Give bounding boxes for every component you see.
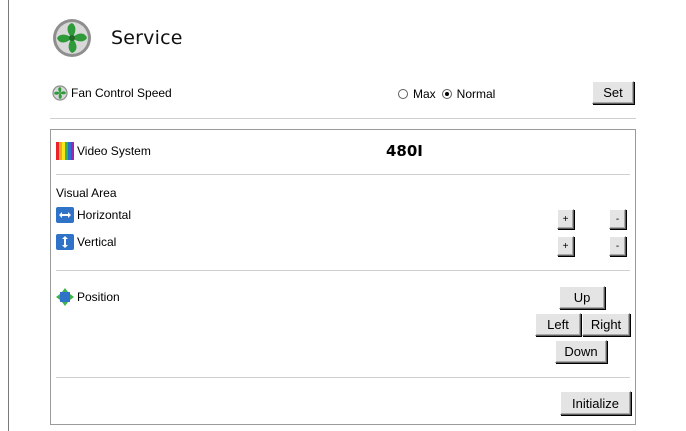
set-button[interactable]: Set	[592, 81, 634, 104]
horizontal-arrows-icon	[56, 207, 74, 223]
divider-2	[56, 270, 630, 271]
page-title: Service	[111, 27, 183, 49]
position-arrows-icon	[56, 288, 74, 306]
radio-normal[interactable]	[441, 89, 452, 99]
visual-area-label: Visual Area	[56, 186, 117, 200]
radio-max-label: Max	[413, 87, 436, 101]
position-left-button[interactable]: Left	[535, 313, 581, 336]
fan-control-label: Fan Control Speed	[71, 86, 172, 100]
video-system-value: 480I	[386, 142, 423, 160]
horizontal-minus-button[interactable]: -	[609, 209, 626, 229]
video-system-label: Video System	[77, 144, 151, 158]
vertical-minus-button[interactable]: -	[609, 236, 626, 256]
divider-3	[56, 377, 630, 378]
horizontal-label: Horizontal	[77, 208, 132, 222]
initialize-button[interactable]: Initialize	[560, 391, 631, 415]
position-down-button[interactable]: Down	[555, 340, 607, 363]
radio-max[interactable]	[398, 89, 408, 99]
position-row: Position	[56, 288, 120, 306]
video-system-row: Video System	[56, 142, 151, 160]
vertical-arrows-icon	[56, 234, 74, 250]
position-label: Position	[77, 290, 120, 304]
vertical-plus-button[interactable]: +	[557, 236, 574, 256]
horizontal-plus-button[interactable]: +	[557, 209, 574, 229]
fan-control-row: Fan Control Speed	[52, 85, 172, 101]
page-header: Service	[52, 18, 183, 58]
color-bars-icon	[56, 142, 74, 160]
divider-1	[56, 174, 630, 175]
radio-normal-label: Normal	[456, 87, 496, 101]
vertical-label: Vertical	[77, 235, 117, 249]
fan-icon	[52, 18, 92, 58]
horizontal-row: Horizontal	[56, 207, 131, 223]
position-right-button[interactable]: Right	[582, 313, 630, 336]
window-left-border	[8, 0, 9, 431]
position-up-button[interactable]: Up	[559, 286, 605, 309]
fan-small-icon	[52, 85, 68, 101]
header-divider	[50, 118, 636, 119]
visual-area-heading: Visual Area	[56, 186, 117, 200]
vertical-row: Vertical	[56, 234, 116, 250]
fan-speed-radio-group: Max Normal	[398, 87, 495, 101]
